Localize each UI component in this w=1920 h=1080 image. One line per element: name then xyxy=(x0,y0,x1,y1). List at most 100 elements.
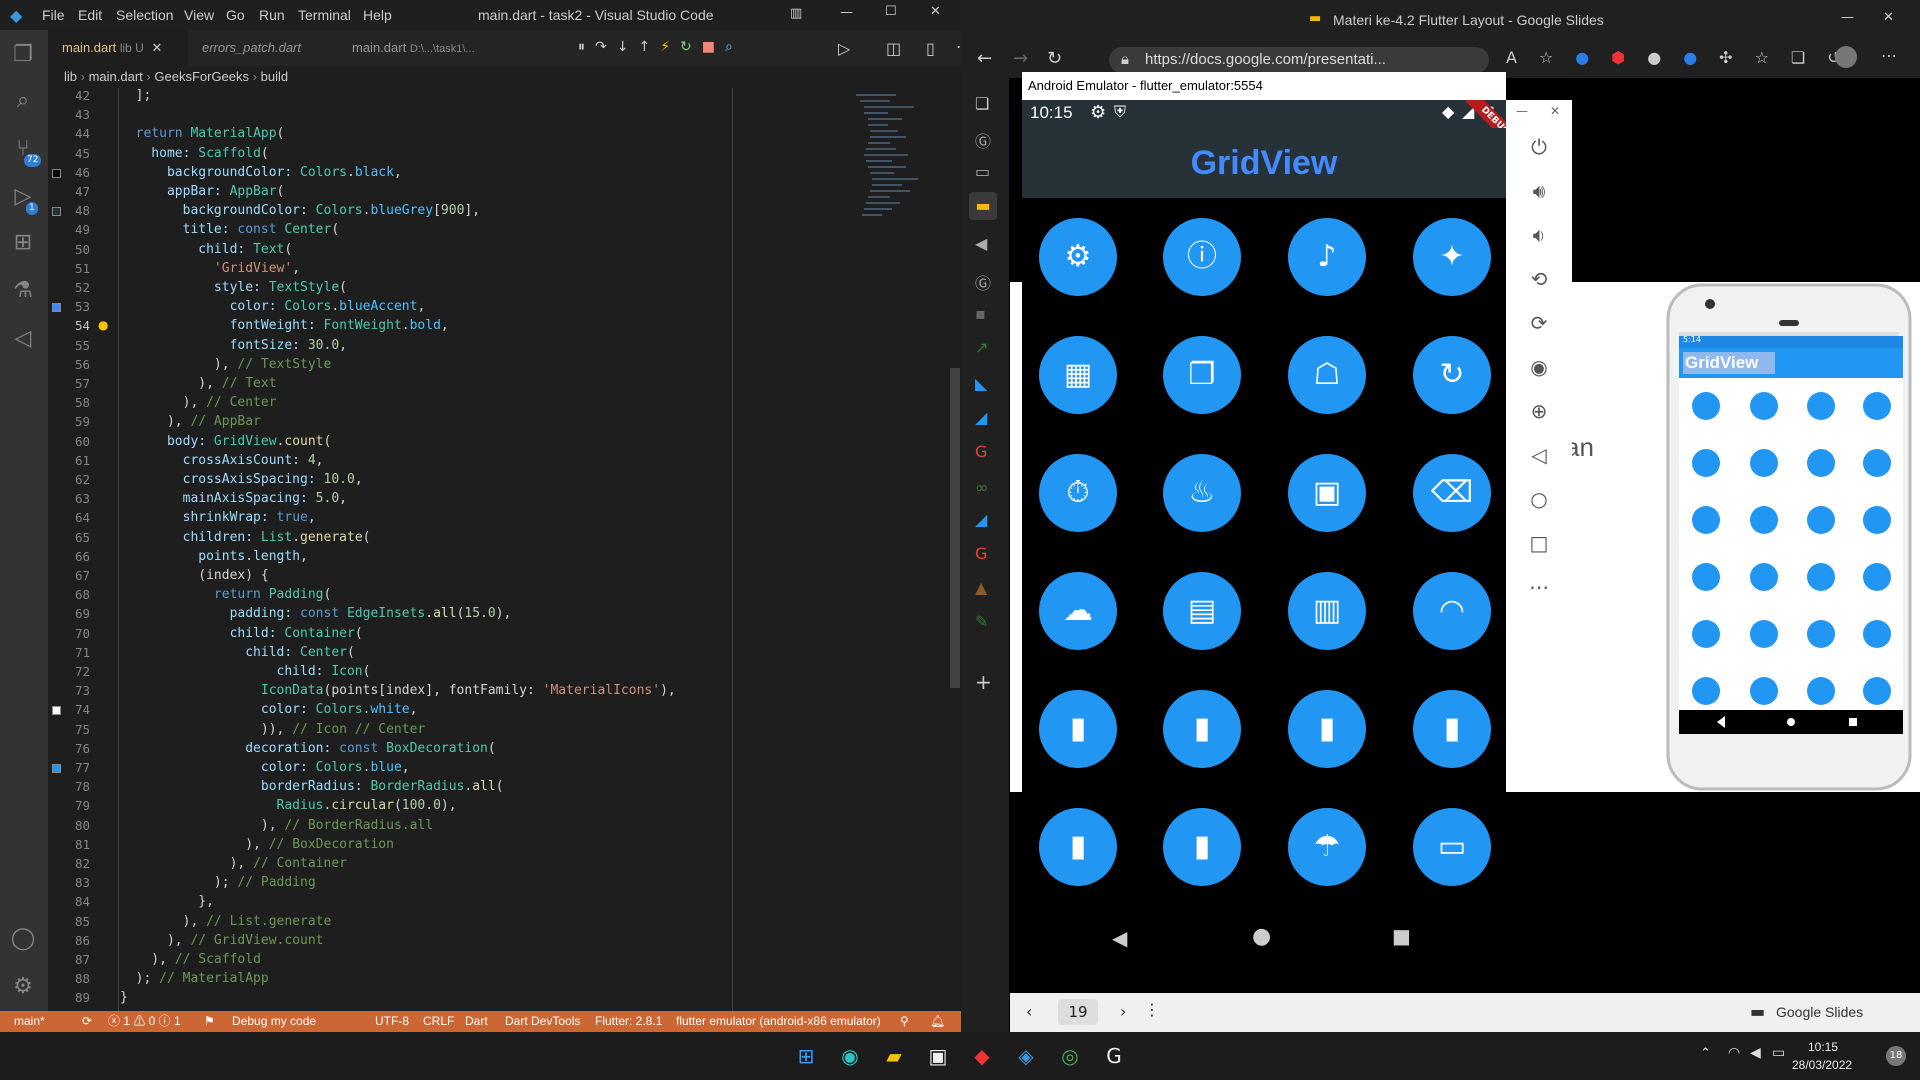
color-swatch[interactable] xyxy=(52,207,61,217)
stop-icon[interactable]: ■ xyxy=(702,39,725,55)
slides-app-icon[interactable]: ▬ xyxy=(969,192,997,220)
grid-icon-button[interactable]: ▮ xyxy=(1413,690,1491,768)
code-line[interactable]: ), // GridView.count xyxy=(120,933,324,948)
address-bar[interactable]: 🔒︎ https://docs.google.com/presentati... xyxy=(1109,47,1489,73)
grid-icon-button[interactable]: ◠ xyxy=(1413,572,1491,650)
emu-close-icon[interactable]: ✕ xyxy=(1550,104,1560,118)
back-triangle-icon[interactable]: ◁ xyxy=(1526,442,1552,468)
collections-icon[interactable]: ❏ xyxy=(1791,48,1827,67)
code-line[interactable]: return Padding( xyxy=(120,587,331,602)
color-swatch[interactable] xyxy=(52,303,61,313)
eol-status[interactable]: CRLF xyxy=(423,1011,454,1032)
vscode-taskbar-icon[interactable]: ◈ xyxy=(1012,1042,1040,1070)
flutter-icon[interactable]: ◁ xyxy=(10,326,36,352)
explorer-icon[interactable]: ❐ xyxy=(10,42,36,68)
debug-toolbar[interactable]: ⏸↷↓↑⚡↻■⌕ xyxy=(578,39,743,55)
code-line[interactable]: ), // Scaffold xyxy=(120,952,261,967)
color-swatch[interactable] xyxy=(52,764,61,773)
restart-icon[interactable]: ↻ xyxy=(680,39,702,55)
android-studio-icon[interactable]: ◎ xyxy=(1056,1042,1084,1070)
grid-icon-button[interactable]: ⚙ xyxy=(1039,218,1117,296)
extensions-icon[interactable]: ⊞ xyxy=(10,230,36,256)
code-line[interactable]: ), // AppBar xyxy=(120,414,261,429)
lightbulb-icon[interactable]: ● xyxy=(98,318,108,332)
branch-status[interactable]: main* xyxy=(14,1011,45,1032)
flutter-version-status[interactable]: Flutter: 2.8.1 xyxy=(595,1011,662,1032)
grid-icon-button[interactable]: ▮ xyxy=(1039,808,1117,886)
menu-run[interactable]: Run xyxy=(259,7,285,23)
grid-icon-button[interactable]: ↻ xyxy=(1413,336,1491,414)
account-icon[interactable]: ◯ xyxy=(10,926,36,952)
grid-icon-button[interactable]: ☂ xyxy=(1288,808,1366,886)
color-swatch[interactable] xyxy=(52,168,61,178)
code-line[interactable]: appBar: AppBar( xyxy=(120,184,284,199)
menu-go[interactable]: Go xyxy=(226,7,245,23)
home-circle-icon[interactable]: ○ xyxy=(1526,486,1552,512)
grid-icon-button[interactable]: ▮ xyxy=(1163,690,1241,768)
code-line[interactable]: ); // MaterialApp xyxy=(120,971,269,986)
menu-help[interactable]: Help xyxy=(363,7,392,23)
refresh-icon[interactable]: ↻ xyxy=(1047,48,1062,69)
notification-badge[interactable]: 18 xyxy=(1886,1046,1906,1066)
next-slide-icon[interactable]: › xyxy=(1120,1002,1126,1021)
language-status[interactable]: Dart xyxy=(465,1011,488,1032)
grid-icon-button[interactable]: ♪ xyxy=(1288,218,1366,296)
app-icon-3[interactable]: ↗ xyxy=(975,338,988,357)
app-icon-4[interactable]: ∞ xyxy=(975,478,988,497)
grid-icon-button[interactable]: ✦ xyxy=(1413,218,1491,296)
menu-file[interactable]: File xyxy=(42,7,65,23)
menu-view[interactable]: View xyxy=(184,7,214,23)
back-icon[interactable]: ← xyxy=(977,48,992,69)
step-out-icon[interactable]: ↑ xyxy=(638,39,660,55)
code-line[interactable]: )), // Icon // Center xyxy=(120,722,425,737)
read-aloud-icon[interactable]: A xyxy=(1506,48,1539,67)
profile-avatar[interactable] xyxy=(1835,46,1857,68)
tab-main-dart-task1[interactable]: main.dart D:\...\task1\... xyxy=(338,30,498,66)
zoom-icon[interactable]: ⊕ xyxy=(1526,398,1552,424)
file-explorer-icon[interactable]: ▰ xyxy=(880,1042,908,1070)
code-line[interactable]: color: Colors.white, xyxy=(120,702,418,717)
ext-icon[interactable]: ● xyxy=(1575,48,1611,67)
start-icon[interactable]: ⊞ xyxy=(792,1042,820,1070)
code-line[interactable]: } xyxy=(120,990,128,1005)
tray-wifi-icon[interactable]: ◠ xyxy=(1728,1045,1740,1061)
grid-icon-button[interactable]: ⏱ xyxy=(1039,454,1117,532)
layout-icon[interactable]: ▥ xyxy=(790,6,802,21)
menu-terminal[interactable]: Terminal xyxy=(298,7,351,23)
menu-selection[interactable]: Selection xyxy=(116,7,174,23)
code-line[interactable]: borderRadius: BorderRadius.all( xyxy=(120,779,504,794)
grid-icon-button[interactable]: ❐ xyxy=(1163,336,1241,414)
maximize-icon[interactable]: ☐ xyxy=(885,4,897,19)
flutter-app-icon[interactable]: ◣ xyxy=(975,374,987,393)
step-over-icon[interactable]: ↷ xyxy=(595,39,617,55)
rotate-left-icon[interactable]: ⟲ xyxy=(1526,266,1552,292)
ext2-icon[interactable]: ● xyxy=(1647,48,1683,67)
edge-icon[interactable]: ◉ xyxy=(836,1042,864,1070)
overview-square-icon[interactable]: □ xyxy=(1526,530,1552,556)
forward-icon[interactable]: → xyxy=(1013,48,1028,69)
code-line[interactable]: ), // BorderRadius.all xyxy=(120,818,433,833)
code-line[interactable]: ]; xyxy=(120,88,152,103)
breadcrumb-class[interactable]: GeeksForGeeks xyxy=(154,69,249,84)
grid-icon-button[interactable]: ▥ xyxy=(1288,572,1366,650)
tray-volume-icon[interactable]: ◀︎ xyxy=(1750,1045,1761,1061)
grid-icon-button[interactable]: ☁ xyxy=(1039,572,1117,650)
tray-battery-icon[interactable]: ▭ xyxy=(1772,1045,1785,1061)
code-line[interactable]: color: Colors.blueAccent, xyxy=(120,299,426,314)
code-line[interactable]: 'GridView', xyxy=(120,261,300,276)
nav-recents-icon[interactable]: ■ xyxy=(1392,924,1411,948)
run-menu-icon[interactable]: ▷ xyxy=(838,39,850,58)
editor-scrollbar[interactable] xyxy=(948,88,961,1011)
code-line[interactable]: children: List.generate( xyxy=(120,530,371,545)
g-icon-2[interactable]: Ⓖ xyxy=(975,270,991,294)
pause-icon[interactable]: ⏸ xyxy=(578,39,595,55)
nav-back-icon[interactable]: ◀ xyxy=(1112,926,1127,950)
slide-number[interactable]: 19 xyxy=(1058,999,1098,1025)
code-line[interactable]: ), // Text xyxy=(120,376,276,391)
volume-up-icon[interactable]: 🔊︎ xyxy=(1526,178,1552,204)
code-line[interactable]: child: Icon( xyxy=(120,664,371,679)
code-line[interactable]: crossAxisSpacing: 10.0, xyxy=(120,472,363,487)
code-line[interactable]: (index) { xyxy=(120,568,268,583)
code-line[interactable]: fontWeight: FontWeight.bold, xyxy=(120,318,449,333)
tray-chevron-icon[interactable]: ⌃ xyxy=(1700,1046,1711,1061)
